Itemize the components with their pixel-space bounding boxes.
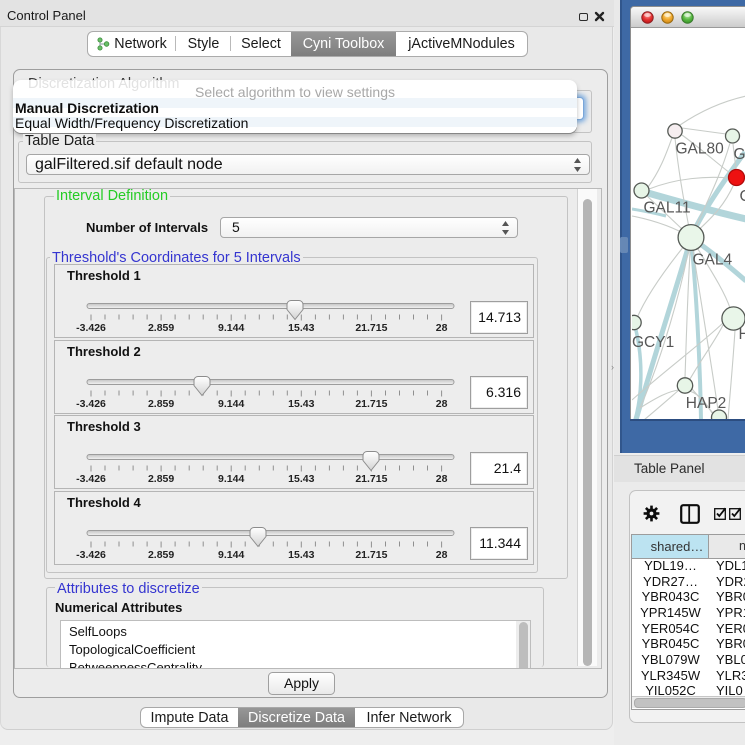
- svg-text:H: H: [738, 326, 745, 343]
- svg-text:GAL1: GAL1: [733, 146, 745, 163]
- svg-text:GAL80: GAL80: [675, 141, 724, 158]
- svg-text:GAL4: GAL4: [692, 252, 732, 269]
- svg-text:HAP2: HAP2: [685, 395, 726, 412]
- svg-text:C: C: [739, 188, 745, 205]
- svg-text:GAL11: GAL11: [643, 200, 690, 217]
- svg-text:GCY1: GCY1: [632, 334, 674, 351]
